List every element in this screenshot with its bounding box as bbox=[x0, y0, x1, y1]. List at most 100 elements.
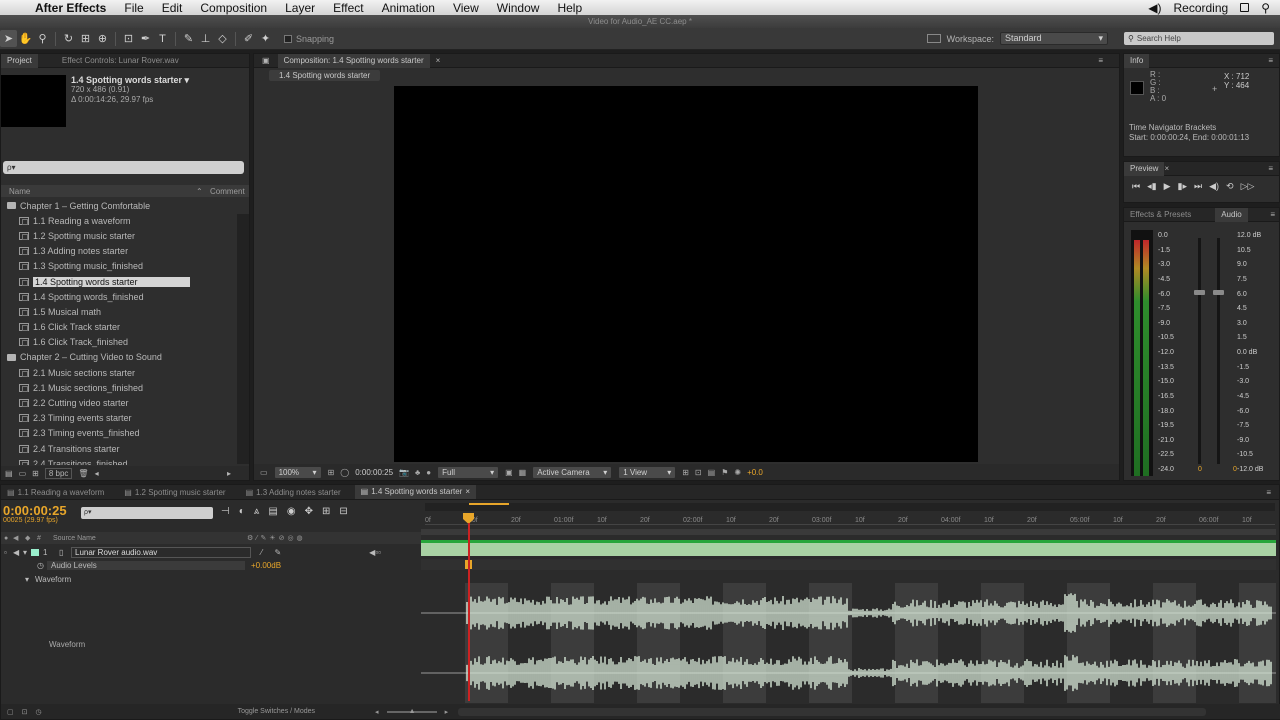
loop-icon[interactable]: ⟲ bbox=[1226, 181, 1234, 192]
project-item[interactable]: 2.1 Music sections starter bbox=[3, 365, 235, 380]
toggle-pixel-icon[interactable]: ⊞ bbox=[682, 468, 689, 477]
transparency-grid-icon[interactable]: ▦ bbox=[519, 468, 527, 477]
timeline-horizontal-scrollbar[interactable] bbox=[458, 707, 1207, 716]
scroll-left-icon[interactable]: ◂ bbox=[95, 469, 99, 478]
pen-tool-icon[interactable]: ✒ bbox=[137, 30, 154, 47]
recording-label[interactable]: Recording bbox=[1174, 1, 1229, 15]
tab-audio[interactable]: Audio bbox=[1215, 207, 1248, 222]
work-area-bar[interactable] bbox=[421, 529, 1276, 535]
close-icon[interactable]: × bbox=[465, 485, 470, 499]
close-icon[interactable]: × bbox=[436, 56, 441, 65]
comp-mini-flowchart-icon[interactable]: ⊣ bbox=[221, 506, 230, 517]
resolution-dropdown[interactable]: Full ▾ bbox=[437, 465, 500, 479]
fader-right[interactable] bbox=[1213, 238, 1224, 464]
panel-options-icon[interactable]: ≡ bbox=[1268, 56, 1273, 65]
color-icon[interactable]: ● bbox=[426, 468, 431, 477]
bpc-label[interactable]: 8 bpc bbox=[44, 467, 73, 479]
stop-icon[interactable] bbox=[1240, 3, 1250, 12]
play-icon[interactable]: ▶ bbox=[1164, 181, 1171, 192]
project-item[interactable]: 2.1 Music sections_finished bbox=[3, 380, 235, 395]
eraser-tool-icon[interactable]: ◇ bbox=[214, 30, 231, 47]
menu-effect[interactable]: Effect bbox=[324, 1, 372, 15]
previous-frame-icon[interactable]: ◂▮ bbox=[1147, 181, 1156, 192]
brainstorm-icon[interactable]: ✥ bbox=[305, 506, 313, 517]
time-ruler[interactable]: 0f 10f 20f 01:00f 10f 20f 02:00f 10f 20f 03:00f 10… bbox=[425, 511, 1275, 525]
flowchart-icon[interactable]: ⚑ bbox=[721, 468, 728, 477]
zoom-tool-icon[interactable]: ⚲ bbox=[34, 30, 51, 47]
project-item[interactable]: 2.3 Timing events_finished bbox=[3, 426, 235, 441]
tab-info[interactable]: Info bbox=[1124, 53, 1150, 68]
puppet-pin-icon[interactable]: ✦ bbox=[257, 30, 274, 47]
layer-audio-switch[interactable]: ◀▫▫ bbox=[369, 548, 381, 557]
camera-tool-icon[interactable]: ⊞ bbox=[77, 30, 94, 47]
project-item[interactable]: 2.4 Transitions_finished bbox=[3, 456, 235, 465]
eye-icon[interactable]: ● bbox=[1, 535, 13, 542]
exposure-icon[interactable]: ✺ bbox=[734, 468, 741, 477]
shy-icon[interactable]: ⩓ bbox=[254, 506, 260, 517]
stopwatch-icon[interactable]: ◷ bbox=[1, 561, 44, 570]
tab-effects-presets[interactable]: Effects & Presets bbox=[1124, 210, 1197, 219]
workspace-dropdown[interactable]: Standard ▾ bbox=[1000, 32, 1108, 45]
hand-tool-icon[interactable]: ✋ bbox=[17, 30, 34, 47]
project-folder[interactable]: Chapter 2 – Cutting Video to Sound bbox=[3, 350, 235, 365]
menu-help[interactable]: Help bbox=[548, 1, 591, 15]
menu-composition[interactable]: Composition bbox=[191, 1, 276, 15]
project-item[interactable]: 2.3 Timing events starter bbox=[3, 411, 235, 426]
safe-zones-icon[interactable]: ⊞ bbox=[328, 468, 335, 477]
brush-tool-icon[interactable]: ✎ bbox=[180, 30, 197, 47]
tab-preview[interactable]: Preview bbox=[1124, 161, 1165, 176]
motion-blur-icon[interactable]: ◉ bbox=[287, 506, 296, 517]
audio-levels-value[interactable]: +0.00dB bbox=[245, 561, 281, 570]
audio-header-icon[interactable]: ◀ bbox=[13, 534, 25, 542]
expand-time-icon[interactable]: ◷ bbox=[28, 708, 42, 716]
audio-waveform[interactable] bbox=[421, 583, 1276, 703]
tab-timeline-1-1[interactable]: ▤ 1.1 Reading a waveform bbox=[1, 488, 110, 497]
orbit-tool-icon[interactable]: ⊕ bbox=[94, 30, 111, 47]
composition-viewer[interactable] bbox=[394, 86, 978, 462]
volume-icon[interactable]: ◀) bbox=[1148, 1, 1161, 15]
tab-timeline-1-3[interactable]: ▤ 1.3 Adding notes starter bbox=[240, 488, 347, 497]
project-item[interactable]: 1.3 Adding notes starter bbox=[3, 244, 235, 259]
first-frame-icon[interactable]: ⏮ bbox=[1132, 181, 1140, 192]
mask-icon[interactable]: ◯ bbox=[340, 468, 349, 477]
column-name[interactable]: Name bbox=[1, 187, 196, 196]
search-help-field[interactable]: ⚲ Search Help bbox=[1124, 32, 1274, 45]
zoom-slider-thumb[interactable]: ▲ bbox=[409, 708, 416, 715]
tab-project[interactable]: Project bbox=[1, 53, 38, 68]
layer-label-color[interactable] bbox=[31, 548, 39, 556]
time-navigator[interactable] bbox=[425, 503, 1275, 511]
panel-options-icon[interactable]: ≡ bbox=[1098, 56, 1103, 65]
auto-keyframe-icon[interactable]: ⊟ bbox=[339, 506, 347, 517]
magnification-dropdown[interactable]: 100% ▾ bbox=[273, 465, 322, 479]
menu-file[interactable]: File bbox=[115, 1, 152, 15]
type-tool-icon[interactable]: T bbox=[154, 30, 171, 47]
last-frame-icon[interactable]: ⏭ bbox=[1194, 181, 1202, 192]
ram-preview-icon[interactable]: ▷▷ bbox=[1241, 181, 1255, 192]
exposure-value[interactable]: +0.0 bbox=[747, 468, 763, 477]
project-item[interactable]: 1.2 Spotting music starter bbox=[3, 228, 235, 243]
roto-brush-icon[interactable]: ✐ bbox=[240, 30, 257, 47]
delete-icon[interactable]: 🗑 bbox=[78, 469, 88, 478]
pan-behind-tool-icon[interactable]: ⊡ bbox=[120, 30, 137, 47]
project-item[interactable]: 1.6 Click Track_finished bbox=[3, 335, 235, 350]
layer-name[interactable]: Lunar Rover audio.wav bbox=[71, 546, 251, 558]
layer-row[interactable]: ▫ ◀ ▾ 1 ▯ Lunar Rover audio.wav ⁄ ✎ ◀▫▫ bbox=[1, 545, 421, 559]
project-search-input[interactable]: ρ▾ bbox=[3, 161, 244, 174]
selection-tool-icon[interactable]: ➤ bbox=[0, 30, 17, 47]
audio-icon[interactable]: ◀) bbox=[1209, 181, 1219, 192]
clone-tool-icon[interactable]: ⊥ bbox=[197, 30, 214, 47]
menu-window[interactable]: Window bbox=[488, 1, 549, 15]
project-item[interactable]: 1.4 Spotting words_finished bbox=[3, 289, 235, 304]
frame-blending-icon[interactable]: ▤ bbox=[268, 506, 277, 517]
menu-view[interactable]: View bbox=[444, 1, 488, 15]
workspace-menu-icon[interactable] bbox=[926, 34, 941, 43]
panel-options-icon[interactable]: ≡ bbox=[1268, 164, 1273, 173]
project-item[interactable]: 1.6 Click Track starter bbox=[3, 320, 235, 335]
close-icon[interactable]: × bbox=[1164, 164, 1169, 173]
layer-switches[interactable]: ⁄ ✎ bbox=[261, 548, 286, 557]
menu-app[interactable]: After Effects bbox=[26, 1, 115, 15]
tab-effect-controls[interactable]: Effect Controls: Lunar Rover.wav bbox=[56, 56, 185, 65]
column-source-name[interactable]: Source Name bbox=[47, 535, 247, 542]
fader-right-handle[interactable] bbox=[1213, 290, 1224, 295]
draft-3d-icon[interactable]: ◐ bbox=[239, 506, 245, 517]
